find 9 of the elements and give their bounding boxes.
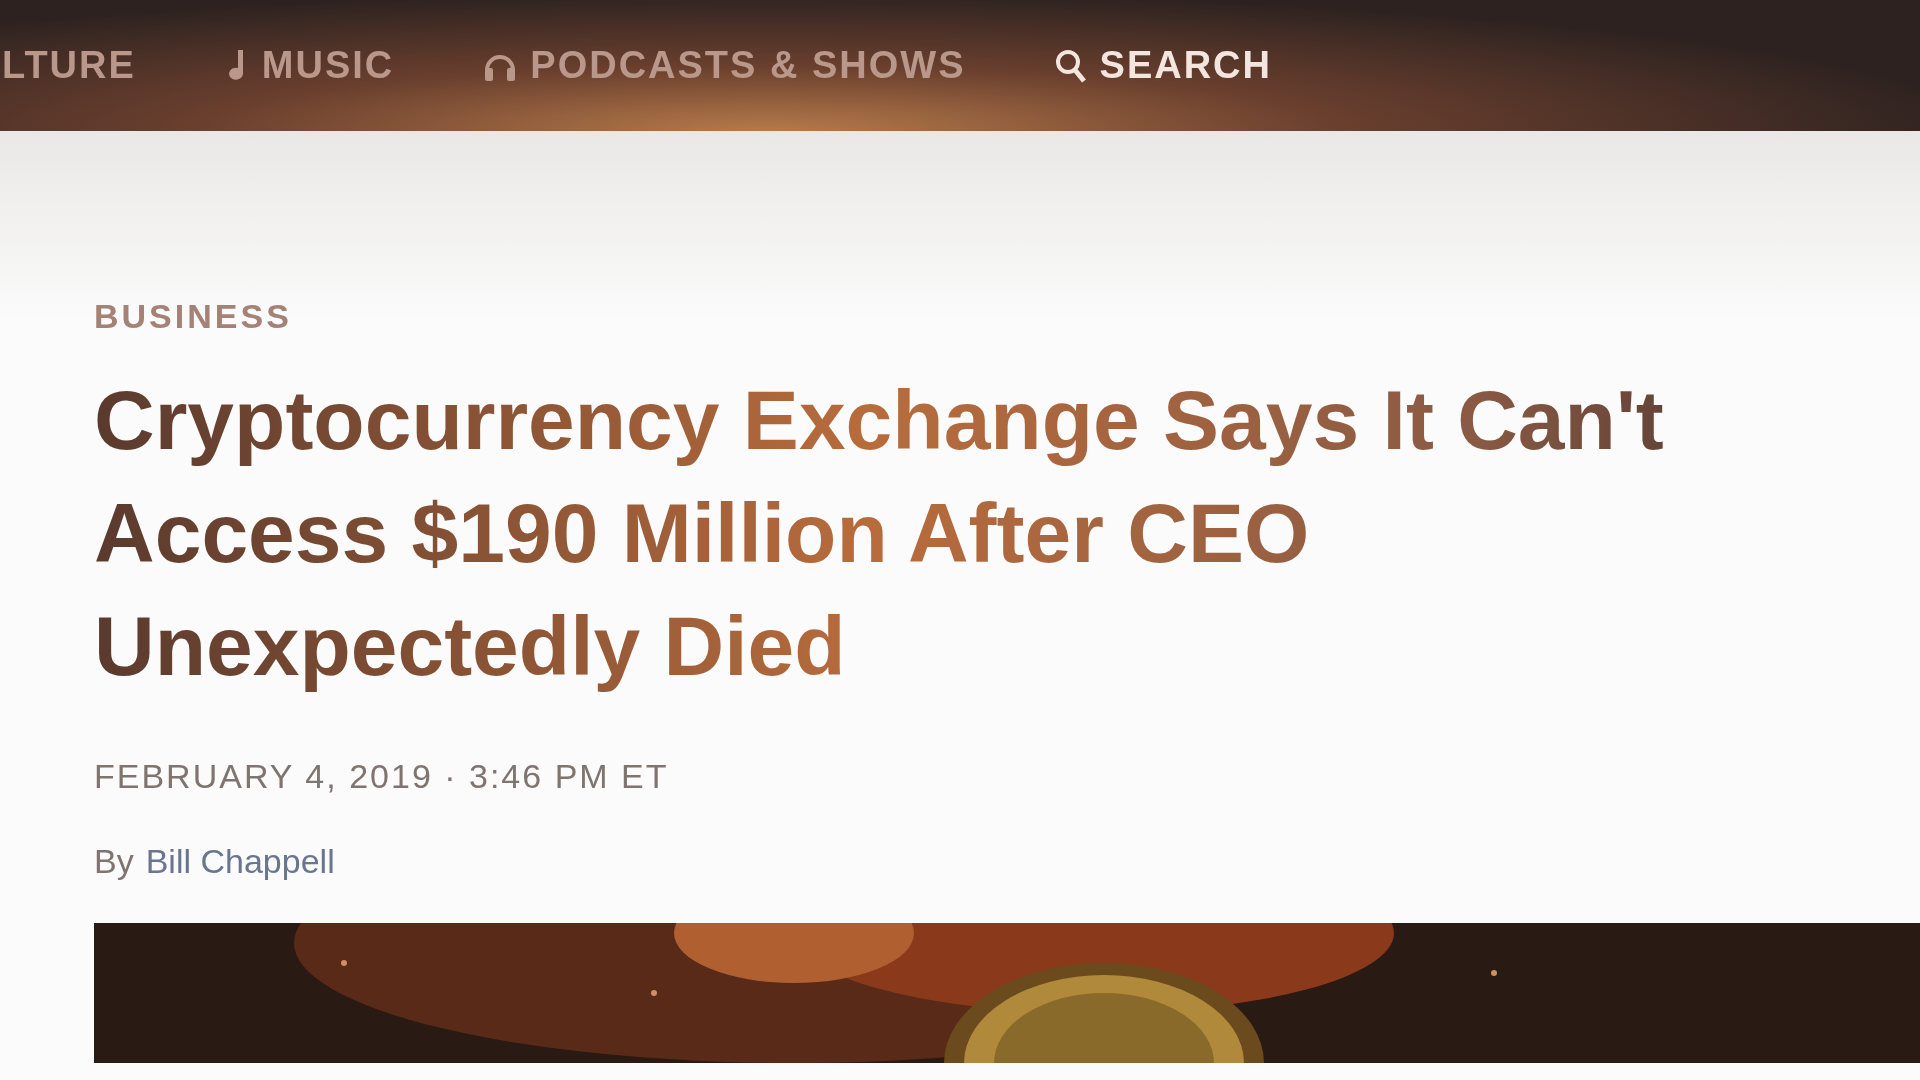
nav-link[interactable]: SEARCH (1053, 37, 1272, 94)
nav-link[interactable]: LTURE (0, 37, 136, 94)
section-label[interactable]: BUSINESS (94, 291, 292, 342)
dateline: FEBRUARY 4, 2019 · 3:46 PM ET (94, 756, 670, 797)
search-icon (1053, 47, 1088, 84)
nav-link[interactable]: MUSIC (223, 37, 395, 94)
nav-link[interactable]: PODCASTS & SHOWS (482, 37, 966, 94)
byline-prefix: By (94, 841, 134, 882)
author-link[interactable]: Bill Chappell (145, 836, 335, 887)
